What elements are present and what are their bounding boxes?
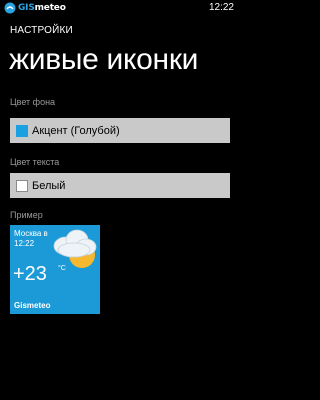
live-tile-preview: Москва в 12:22 +23 °C Gismeteo (10, 225, 100, 314)
logo-text-suffix: meteo (34, 3, 66, 13)
text-color-label: Цвет текста (10, 157, 60, 167)
tile-time: 12:22 (14, 239, 35, 248)
app-title: НАСТРОЙКИ (10, 25, 73, 36)
logo-text-prefix: GIS (18, 3, 35, 13)
partly-cloudy-icon (53, 229, 97, 268)
background-color-picker[interactable]: Акцент (Голубой) (10, 118, 230, 143)
status-bar: GISmeteo 12:22 (0, 0, 240, 16)
tile-temperature: +23 (13, 263, 47, 285)
page-title: живые иконки (9, 43, 199, 76)
text-color-picker[interactable]: Белый (10, 173, 230, 198)
status-clock: 12:22 (208, 2, 234, 13)
background-color-value: Акцент (Голубой) (32, 124, 120, 137)
accent-swatch (16, 124, 28, 137)
gismeteo-logo: GISmeteo (4, 2, 66, 14)
text-color-value: Белый (32, 179, 66, 192)
tile-temperature-unit: °C (58, 265, 66, 272)
preview-label: Пример (10, 210, 43, 220)
tile-brand: Gismeteo (14, 301, 51, 310)
white-swatch (16, 179, 28, 192)
tile-city: Москва в (14, 229, 48, 238)
gismeteo-logo-icon (4, 2, 16, 14)
background-color-label: Цвет фона (10, 97, 56, 107)
logo-text: GISmeteo (18, 2, 66, 14)
